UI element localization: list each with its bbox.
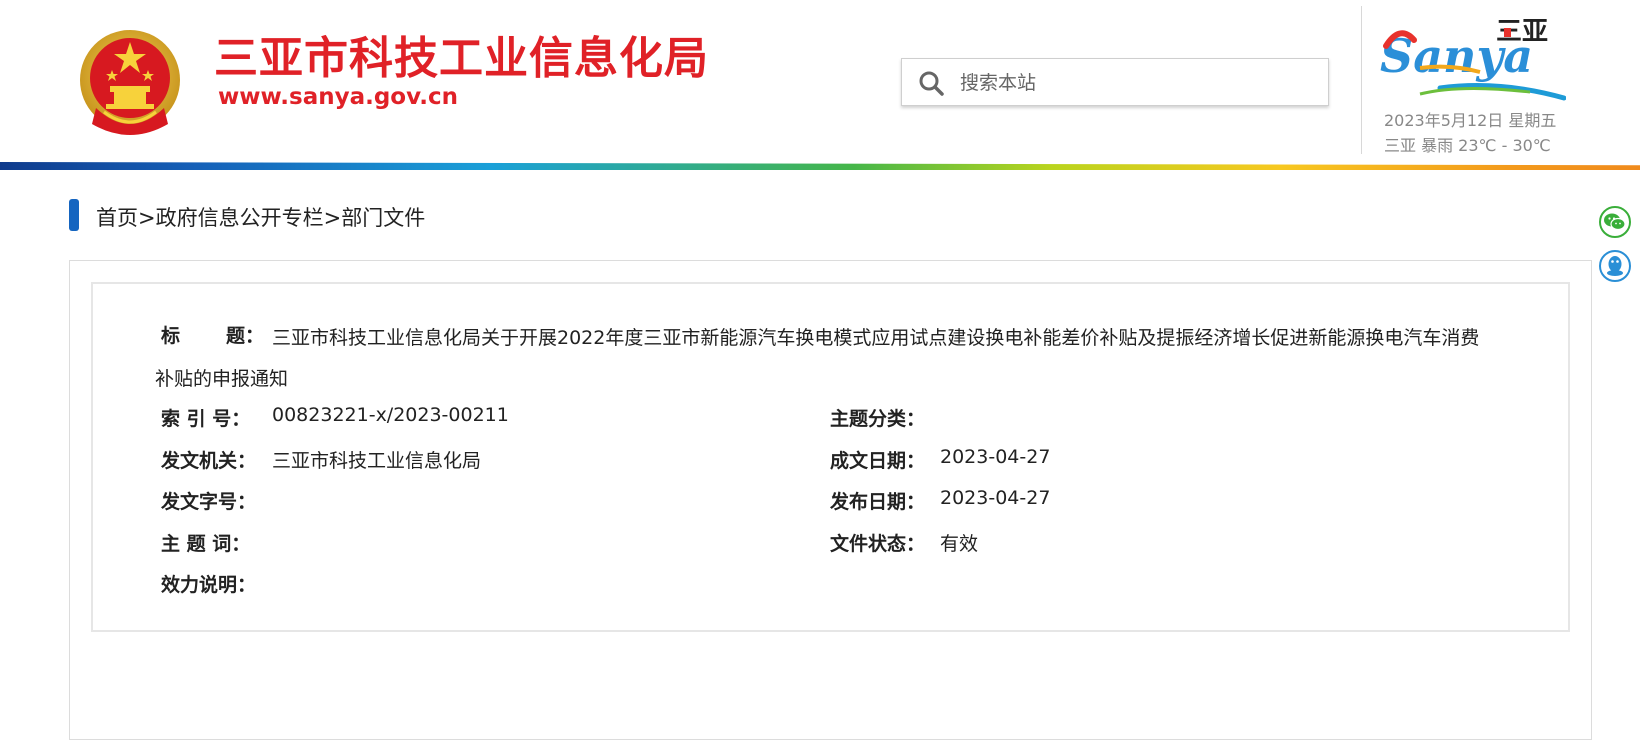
document-title-text: 三亚市科技工业信息化局关于开展2022年度三亚市新能源汽车换电模式应用试点建设换… <box>155 327 1480 390</box>
search-box[interactable] <box>901 58 1329 106</box>
search-icon[interactable] <box>918 70 944 96</box>
breadcrumb: 首页>政府信息公开专栏>部门文件 <box>96 202 425 232</box>
index-label: 索 引 号： <box>161 408 251 430</box>
breadcrumb-current[interactable]: 部门文件 <box>341 206 425 230</box>
breadcrumb-separator: > <box>323 206 342 230</box>
publish-date-label: 发布日期： <box>830 491 926 513</box>
breadcrumb-section-link[interactable]: 政府信息公开专栏 <box>156 206 324 230</box>
wechat-icon[interactable] <box>1598 205 1632 239</box>
document-title: 三亚市科技工业信息化局关于开展2022年度三亚市新能源汽车换电模式应用试点建设换… <box>155 318 1495 400</box>
site-header: 三亚市科技工业信息化局 www.sanya.gov.cn Sanya 三亚 20… <box>0 0 1640 170</box>
breadcrumb-home-link[interactable]: 首页 <box>96 206 138 230</box>
issuer-label: 发文机关： <box>161 450 257 472</box>
index-value: 00823221-x/2023-00211 <box>272 404 509 426</box>
search-input[interactable] <box>958 65 1322 101</box>
issuer-value: 三亚市科技工业信息化局 <box>272 450 482 472</box>
written-date-label: 成文日期： <box>830 450 926 472</box>
svg-text:三亚: 三亚 <box>1496 17 1548 47</box>
site-url[interactable]: www.sanya.gov.cn <box>218 84 458 110</box>
header-divider <box>1361 6 1362 154</box>
national-emblem-icon[interactable] <box>76 28 184 140</box>
date-display: 2023年5月12日 星期五 <box>1384 111 1557 130</box>
docno-label: 发文字号： <box>161 491 257 513</box>
keywords-label: 主 题 词： <box>161 533 251 555</box>
site-title[interactable]: 三亚市科技工业信息化局 <box>214 22 709 86</box>
weather-display: 三亚 暴雨 23℃ - 30℃ <box>1384 136 1551 155</box>
breadcrumb-separator: > <box>138 206 156 230</box>
status-label: 文件状态： <box>830 533 926 555</box>
publish-date-value: 2023-04-27 <box>940 487 1051 509</box>
topic-label: 主题分类： <box>830 408 926 430</box>
written-date-value: 2023-04-27 <box>940 446 1051 468</box>
sanya-logo[interactable]: Sanya 三亚 <box>1380 6 1566 102</box>
qq-icon[interactable] <box>1598 249 1632 283</box>
status-value: 有效 <box>940 533 979 555</box>
validity-label: 效力说明： <box>161 574 257 596</box>
breadcrumb-marker <box>69 199 79 231</box>
header-rainbow-stripe <box>0 162 1640 170</box>
